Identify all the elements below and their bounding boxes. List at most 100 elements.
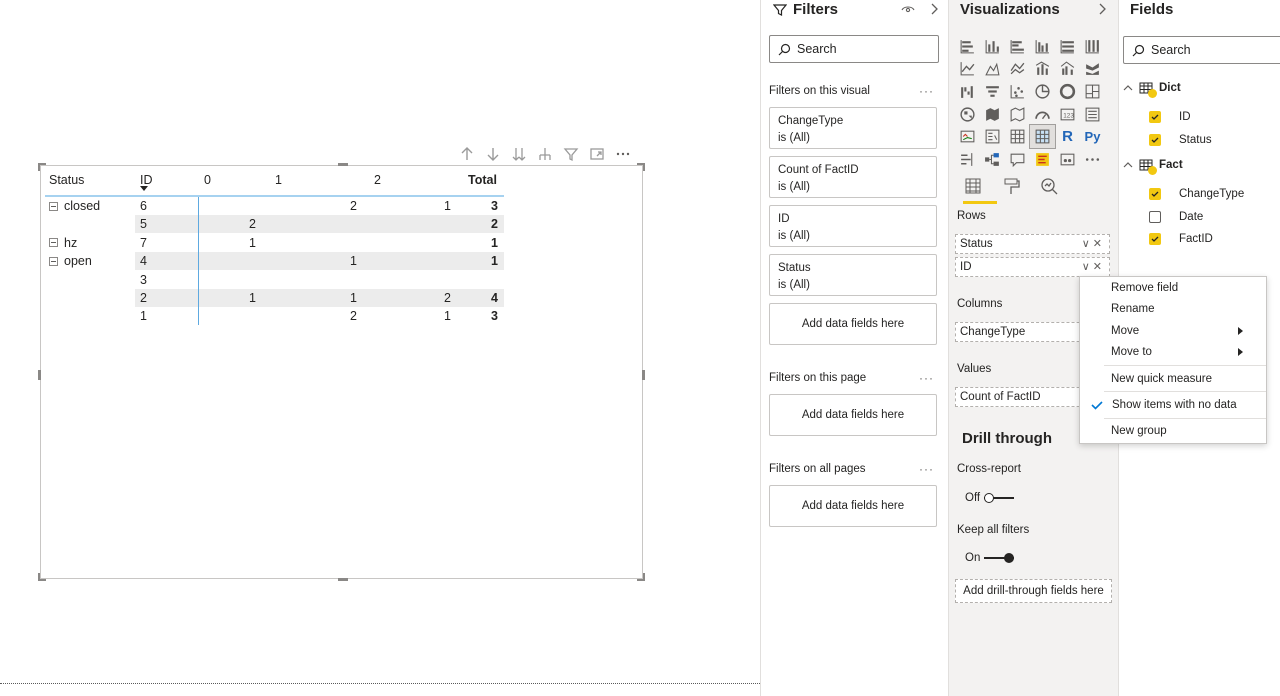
donut-chart-icon[interactable] <box>1055 80 1080 103</box>
header-column-2[interactable]: 2 <box>374 172 381 192</box>
keep-all-filters-toggle[interactable]: On <box>965 552 1015 564</box>
line-and-stacked-column-chart-icon[interactable] <box>1030 58 1055 81</box>
table-node-dict[interactable]: Dict <box>1123 82 1181 98</box>
menu-item-show-items-with-no-data[interactable]: Show items with no data <box>1080 395 1266 415</box>
go-to-next-level-icon[interactable] <box>506 144 532 164</box>
scatter-chart-icon[interactable] <box>1005 80 1030 103</box>
menu-item-move[interactable]: Move <box>1111 321 1261 341</box>
pie-chart-icon[interactable] <box>1030 80 1055 103</box>
row-header-status[interactable]: closed <box>49 197 100 215</box>
python-visual-icon[interactable]: Py <box>1080 125 1105 148</box>
key-influencers-icon[interactable] <box>955 148 980 171</box>
r-script-visual-icon[interactable]: R <box>1055 125 1080 148</box>
multi-row-card-icon[interactable] <box>1080 103 1105 126</box>
rows-field-id[interactable]: ID ∨✕ <box>955 257 1110 277</box>
analytics-magnifier-icon[interactable] <box>1039 176 1059 196</box>
smart-narrative-icon[interactable] <box>1030 148 1055 171</box>
more-options-icon[interactable]: ··· <box>919 371 934 385</box>
add-visual-filter-dropzone[interactable]: Add data fields here <box>769 303 937 345</box>
menu-item-rename[interactable]: Rename <box>1111 299 1261 319</box>
map-icon[interactable] <box>955 103 980 126</box>
header-total[interactable]: Total <box>468 172 497 192</box>
add-page-filter-dropzone[interactable]: Add data fields here <box>769 394 937 436</box>
expand-hierarchy-icon[interactable] <box>532 144 558 164</box>
line-and-clustered-column-chart-icon[interactable] <box>1055 58 1080 81</box>
format-paint-roller-icon[interactable] <box>1001 176 1021 196</box>
collapse-icon[interactable] <box>49 238 58 248</box>
area-chart-icon[interactable] <box>980 58 1005 81</box>
stacked-area-chart-icon[interactable] <box>1005 58 1030 81</box>
100-stacked-bar-chart-icon[interactable] <box>1055 35 1080 58</box>
more-options-icon[interactable]: ··· <box>919 84 934 98</box>
field-fact-changetype[interactable]: ChangeType <box>1149 188 1244 200</box>
chevron-up-icon[interactable] <box>1123 84 1133 92</box>
stacked-column-chart-icon[interactable] <box>980 35 1005 58</box>
menu-item-new-quick-measure[interactable]: New quick measure <box>1111 369 1261 389</box>
matrix-visual[interactable]: Status ID 0 1 2 Total closed 6 2 1 3 5 2 2 hz 7 1 1… <box>38 163 645 581</box>
drill-up-icon[interactable] <box>454 144 480 164</box>
add-drill-through-dropzone[interactable]: Add drill-through fields here <box>955 579 1112 603</box>
row-header-status[interactable]: open <box>49 252 92 270</box>
gauge-icon[interactable] <box>1030 103 1055 126</box>
filled-map-icon[interactable] <box>980 103 1005 126</box>
checkbox-checked-icon[interactable] <box>1149 111 1161 123</box>
collapse-visualizations-icon[interactable] <box>1097 2 1109 19</box>
treemap-icon[interactable] <box>1080 80 1105 103</box>
checkbox-unchecked-icon[interactable] <box>1149 211 1161 223</box>
rows-field-status[interactable]: Status ∨✕ <box>955 234 1110 254</box>
header-column-0[interactable]: 0 <box>204 172 211 192</box>
checkbox-checked-icon[interactable] <box>1149 188 1161 200</box>
table-node-fact[interactable]: Fact <box>1123 159 1183 175</box>
filter-card-changetype[interactable]: ChangeType is (All) <box>769 107 937 149</box>
kpi-icon[interactable] <box>955 125 980 148</box>
field-dropdown-remove-icons[interactable]: ∨✕ <box>1082 235 1105 253</box>
table-icon[interactable] <box>1005 125 1030 148</box>
field-fact-factid[interactable]: FactID <box>1149 233 1213 245</box>
add-report-filter-dropzone[interactable]: Add data fields here <box>769 485 937 527</box>
menu-item-new-group[interactable]: New group <box>1111 421 1261 441</box>
collapse-filters-icon[interactable] <box>929 2 941 19</box>
filter-card-count-of-factid[interactable]: Count of FactID is (All) <box>769 156 937 198</box>
focus-mode-icon[interactable] <box>584 144 610 164</box>
qa-visual-icon[interactable] <box>1005 148 1030 171</box>
more-options-icon[interactable]: ··· <box>919 462 934 476</box>
checkbox-checked-icon[interactable] <box>1149 233 1161 245</box>
resize-handle[interactable] <box>38 163 40 171</box>
filters-search-input[interactable]: Search <box>769 35 939 63</box>
more-options-icon[interactable] <box>610 144 636 164</box>
row-header-status[interactable]: hz <box>49 234 77 252</box>
more-visuals-icon[interactable] <box>1080 148 1105 171</box>
field-fact-date[interactable]: Date <box>1149 211 1203 223</box>
header-column-1[interactable]: 1 <box>275 172 282 192</box>
filter-icon[interactable] <box>558 144 584 164</box>
paginated-report-icon[interactable] <box>1055 148 1080 171</box>
collapse-icon[interactable] <box>49 201 58 211</box>
filter-card-status[interactable]: Status is (All) <box>769 254 937 296</box>
field-dropdown-remove-icons[interactable]: ∨✕ <box>1082 258 1105 276</box>
line-chart-icon[interactable] <box>955 58 980 81</box>
funnel-chart-icon[interactable] <box>980 80 1005 103</box>
field-dict-status[interactable]: Status <box>1149 134 1212 146</box>
slicer-icon[interactable] <box>980 125 1005 148</box>
drill-down-icon[interactable] <box>480 144 506 164</box>
resize-handle[interactable] <box>38 573 40 581</box>
shape-map-icon[interactable] <box>1005 103 1030 126</box>
menu-item-remove-field[interactable]: Remove field <box>1111 278 1261 298</box>
fields-tab-icon[interactable] <box>963 176 983 196</box>
filter-card-id[interactable]: ID is (All) <box>769 205 937 247</box>
clustered-bar-chart-icon[interactable] <box>1005 35 1030 58</box>
menu-item-move-to[interactable]: Move to <box>1111 342 1261 362</box>
clustered-column-chart-icon[interactable] <box>1030 35 1055 58</box>
ribbon-chart-icon[interactable] <box>1080 58 1105 81</box>
field-dict-id[interactable]: ID <box>1149 111 1191 123</box>
checkbox-checked-icon[interactable] <box>1149 134 1161 146</box>
eye-icon[interactable] <box>901 2 915 19</box>
cross-report-toggle[interactable]: Off <box>965 492 1015 504</box>
header-status[interactable]: Status <box>49 172 84 192</box>
chevron-up-icon[interactable] <box>1123 161 1133 169</box>
fields-search-input[interactable]: Search <box>1123 36 1280 64</box>
report-canvas[interactable]: Status ID 0 1 2 Total closed 6 2 1 3 5 2 2 hz 7 1 1… <box>0 0 760 696</box>
card-icon[interactable]: 123 <box>1055 103 1080 126</box>
collapse-icon[interactable] <box>49 256 58 266</box>
100-stacked-column-chart-icon[interactable] <box>1080 35 1105 58</box>
